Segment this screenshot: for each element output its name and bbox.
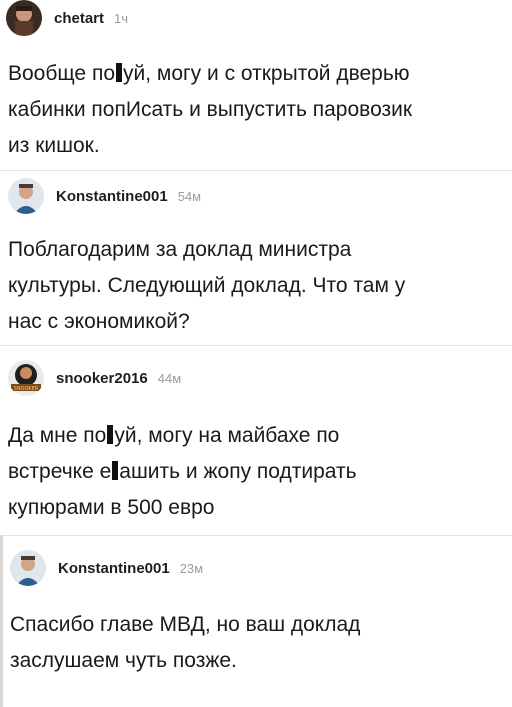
comment: SNOOKER snooker2016 44м Да мне по уй, мог… — [0, 345, 512, 535]
comment-line: купюрами в 500 евро — [8, 496, 215, 519]
comment-text: Вообще по уй, могу и с открытой дверью ка… — [8, 56, 498, 164]
timestamp: 54м — [177, 188, 202, 204]
censor-block — [112, 461, 119, 480]
comment: Konstantine001 23м Спасибо главе МВД, но… — [0, 535, 512, 707]
censor-block — [107, 425, 114, 444]
comment-line: Вообще по уй, могу и с открытой дверью — [8, 62, 410, 85]
avatar[interactable]: SNOOKER — [8, 360, 44, 396]
censor-block — [116, 63, 122, 82]
avatar[interactable] — [6, 0, 42, 36]
username[interactable]: snooker2016 — [56, 370, 148, 387]
comment: Konstantine001 54м Поблагодарим за докла… — [0, 170, 512, 345]
comment-line: Поблагодарим за доклад министра — [8, 238, 352, 261]
comment-line: культуры. Следующий доклад. Что там у — [8, 274, 406, 297]
avatar[interactable] — [8, 178, 44, 214]
comment-line: из кишок. — [8, 134, 100, 157]
comment-line: кабинки попИсать и выпустить паровозик — [8, 98, 413, 121]
comment-text: Да мне по уй, могу на майбахе по встречке… — [8, 418, 498, 526]
username[interactable]: chetart — [54, 10, 104, 27]
comment-line: заслушаем чуть позже. — [10, 649, 237, 672]
comment-header: Konstantine001 23м — [10, 550, 203, 586]
comment-text: Поблагодарим за доклад министра культуры… — [8, 232, 498, 340]
timestamp: 23м — [179, 560, 204, 576]
timestamp: 1ч — [114, 10, 129, 26]
comment-header: Konstantine001 54м — [8, 178, 201, 214]
timestamp: 44м — [157, 370, 182, 386]
comment-line: Да мне по уй, могу на майбахе по — [8, 424, 340, 447]
comment-header: SNOOKER snooker2016 44м — [8, 360, 181, 396]
comment: chetart 1ч Вообще по уй, могу и с открыто… — [0, 0, 512, 170]
username[interactable]: Konstantine001 — [58, 560, 170, 577]
avatar[interactable] — [10, 550, 46, 586]
comment-header: chetart 1ч — [6, 0, 128, 36]
comment-line: нас с экономикой? — [8, 310, 190, 333]
comment-line: Спасибо главе МВД, но ваш доклад — [10, 613, 361, 636]
username[interactable]: Konstantine001 — [56, 188, 168, 205]
comment-text: Спасибо главе МВД, но ваш доклад заслуша… — [10, 607, 500, 679]
avatar-text: SNOOKER — [14, 386, 39, 392]
comment-line: встречке е ашить и жопу подтирать — [8, 460, 357, 483]
